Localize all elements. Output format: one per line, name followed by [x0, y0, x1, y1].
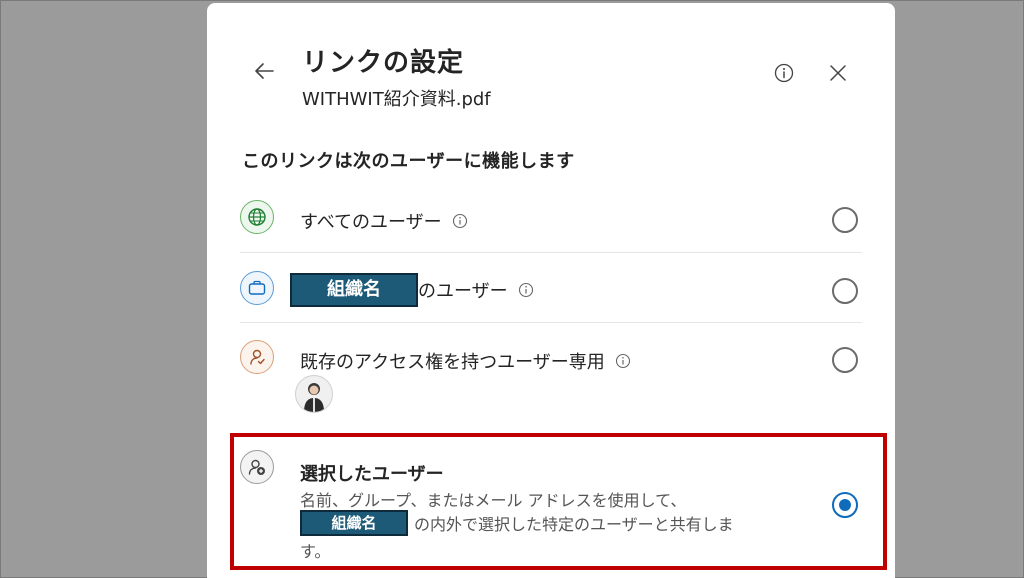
radio-anyone[interactable]	[832, 207, 858, 233]
option-specific-people[interactable]: 選択したユーザー 名前、グループ、またはメール アドレスを使用して、 組織名 の…	[240, 450, 862, 561]
close-button[interactable]	[825, 60, 851, 86]
option-label: すべてのユーザー	[300, 212, 442, 233]
option-label: 既存のアクセス権を持つユーザー専用	[300, 352, 605, 373]
option-description: の内外で選択した特定のユーザーと共有しま	[414, 515, 734, 534]
back-button[interactable]	[247, 54, 281, 88]
org-name-redaction: 組織名	[290, 273, 418, 307]
info-icon[interactable]	[615, 353, 631, 369]
close-icon	[830, 65, 846, 81]
option-existing-access[interactable]: 既存のアクセス権を持つユーザー専用	[240, 340, 862, 380]
person-add-icon	[240, 450, 274, 484]
info-icon[interactable]	[518, 282, 534, 298]
option-description: す。	[300, 542, 331, 561]
org-name-redaction: 組織名	[300, 510, 408, 536]
person-check-icon	[240, 340, 274, 374]
radio-existing-access[interactable]	[832, 347, 858, 373]
file-name: WITHWIT紹介資料.pdf	[302, 89, 491, 110]
divider	[240, 252, 862, 253]
avatar	[295, 375, 333, 413]
info-icon	[774, 63, 794, 83]
option-description: 名前、グループ、またはメール アドレスを使用して、	[300, 491, 687, 510]
info-button[interactable]	[771, 60, 797, 86]
option-org-users[interactable]: 組織名 のユーザー	[240, 271, 862, 311]
radio-org-users[interactable]	[832, 278, 858, 304]
option-anyone[interactable]: すべてのユーザー	[240, 200, 862, 240]
arrow-left-icon	[255, 63, 274, 79]
section-heading: このリンクは次のユーザーに機能します	[242, 151, 575, 172]
dialog-title: リンクの設定	[302, 48, 465, 78]
link-settings-dialog: リンクの設定 WITHWIT紹介資料.pdf このリンクは次のユーザーに機能しま…	[207, 3, 895, 578]
info-icon[interactable]	[452, 213, 468, 229]
globe-icon	[240, 200, 274, 234]
option-label: 選択したユーザー	[300, 464, 444, 485]
briefcase-icon	[240, 271, 274, 305]
divider	[240, 322, 862, 323]
option-label: のユーザー	[418, 281, 508, 302]
radio-specific-people[interactable]	[832, 492, 858, 518]
